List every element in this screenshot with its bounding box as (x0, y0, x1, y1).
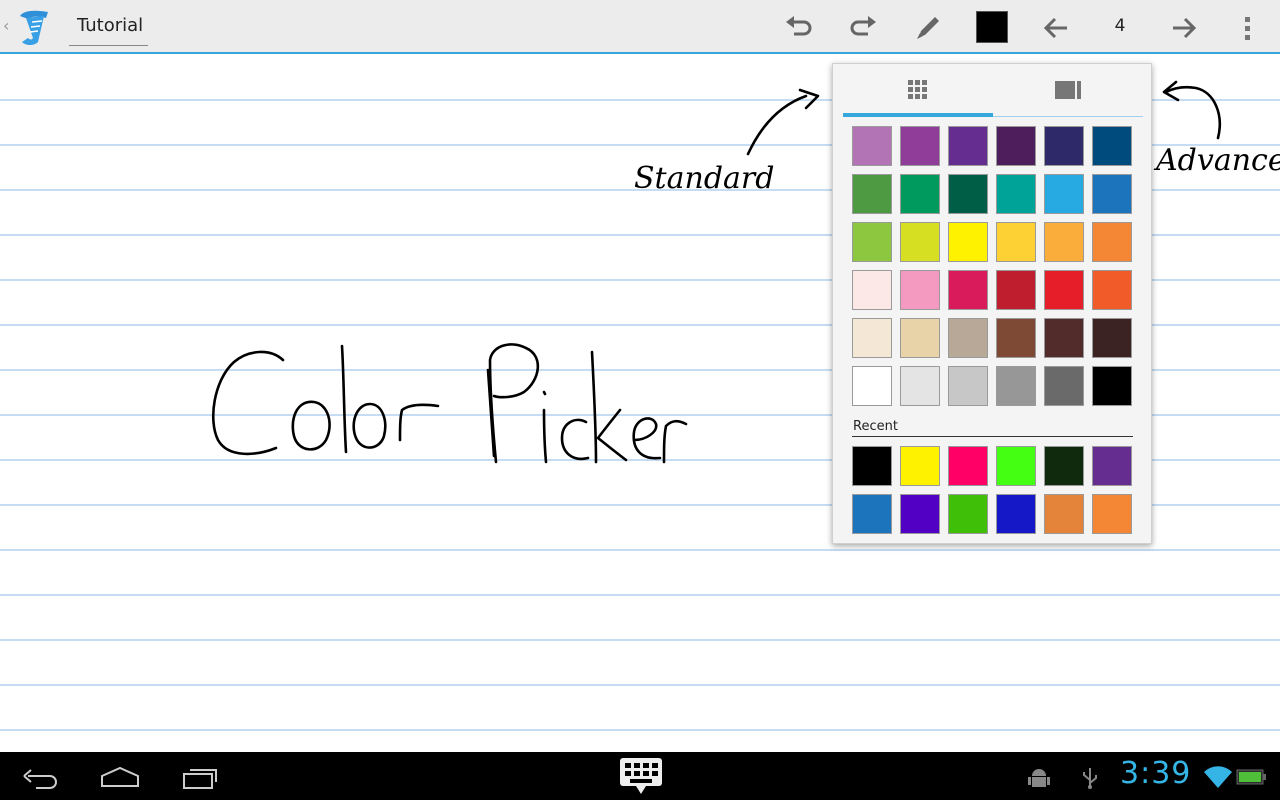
grid-icon (908, 80, 927, 99)
color-swatch[interactable] (900, 366, 940, 406)
wifi-icon (1204, 766, 1232, 788)
color-swatch[interactable] (1092, 366, 1132, 406)
recent-color-swatch[interactable] (852, 494, 892, 534)
recent-color-swatch[interactable] (1044, 446, 1084, 486)
recents-icon[interactable] (182, 766, 220, 790)
color-swatch[interactable] (948, 318, 988, 358)
color-swatch[interactable] (996, 174, 1036, 214)
color-swatch[interactable] (852, 318, 892, 358)
color-swatch[interactable] (1092, 270, 1132, 310)
color-swatch[interactable] (852, 270, 892, 310)
android-debug-icon (1028, 769, 1050, 787)
color-swatch[interactable] (1092, 318, 1132, 358)
usb-icon (1083, 768, 1097, 789)
tab-standard-colors[interactable] (843, 64, 993, 117)
color-swatch[interactable] (900, 222, 940, 262)
recent-color-swatch[interactable] (1092, 494, 1132, 534)
color-swatch[interactable] (900, 126, 940, 166)
recent-color-swatch[interactable] (852, 446, 892, 486)
recent-color-swatch[interactable] (1044, 494, 1084, 534)
arrow-right-icon[interactable] (1167, 11, 1201, 45)
notebook-title: Tutorial (77, 15, 144, 36)
up-caret-icon[interactable]: ‹ (3, 16, 9, 35)
undo-icon[interactable] (782, 11, 816, 45)
recent-color-swatch[interactable] (900, 494, 940, 534)
recent-color-swatch[interactable] (1092, 446, 1132, 486)
standard-annotation: Standard (634, 161, 774, 196)
color-swatch[interactable] (1044, 318, 1084, 358)
color-swatch[interactable] (996, 270, 1036, 310)
battery-icon (1236, 769, 1266, 785)
color-swatch[interactable] (1092, 222, 1132, 262)
color-swatch[interactable] (948, 174, 988, 214)
recent-label: Recent (853, 419, 898, 434)
recent-color-swatch[interactable] (996, 446, 1036, 486)
advanced-annotation: Advanced (1153, 143, 1280, 178)
color-swatch[interactable] (996, 318, 1036, 358)
color-swatch[interactable] (852, 174, 892, 214)
color-swatch[interactable] (852, 222, 892, 262)
color-swatch[interactable] (1044, 126, 1084, 166)
page-number: 4 (1114, 16, 1126, 36)
back-icon[interactable] (22, 766, 60, 790)
color-swatch[interactable] (1044, 270, 1084, 310)
recent-color-swatch[interactable] (900, 446, 940, 486)
color-swatch[interactable] (948, 222, 988, 262)
current-color-swatch[interactable] (976, 11, 1008, 43)
redo-icon[interactable] (846, 11, 880, 45)
color-swatch[interactable] (900, 270, 940, 310)
overflow-menu-icon[interactable] (1238, 11, 1258, 45)
notebook-title-spinner[interactable]: Tutorial (69, 12, 148, 46)
recent-color-swatch[interactable] (996, 494, 1036, 534)
arrow-left-icon[interactable] (1039, 11, 1073, 45)
color-swatch[interactable] (1044, 222, 1084, 262)
color-swatch[interactable] (996, 126, 1036, 166)
action-bar: ‹ Tutorial 4 (0, 0, 1280, 54)
color-swatch[interactable] (1044, 174, 1084, 214)
color-swatch[interactable] (948, 126, 988, 166)
color-swatch[interactable] (900, 318, 940, 358)
home-icon[interactable] (100, 766, 140, 788)
color-swatch[interactable] (996, 222, 1036, 262)
color-swatch[interactable] (900, 174, 940, 214)
recent-color-swatch[interactable] (948, 494, 988, 534)
color-swatch[interactable] (948, 270, 988, 310)
recent-color-swatch[interactable] (948, 446, 988, 486)
color-swatch[interactable] (948, 366, 988, 406)
keyboard-icon[interactable] (618, 756, 664, 798)
color-swatch[interactable] (1092, 126, 1132, 166)
advanced-panel-icon (1055, 81, 1081, 99)
color-swatch[interactable] (852, 366, 892, 406)
pen-icon[interactable] (911, 11, 945, 45)
color-swatch[interactable] (1044, 366, 1084, 406)
app-icon[interactable] (14, 6, 58, 50)
color-swatch[interactable] (1092, 174, 1132, 214)
clock: 3:39 (1120, 756, 1192, 791)
system-nav-bar: 3:39 (0, 752, 1280, 800)
recent-divider (852, 436, 1133, 437)
color-swatch[interactable] (852, 126, 892, 166)
tab-advanced-colors[interactable] (993, 64, 1143, 117)
color-swatch[interactable] (996, 366, 1036, 406)
color-picker-popup: Recent (832, 63, 1152, 544)
